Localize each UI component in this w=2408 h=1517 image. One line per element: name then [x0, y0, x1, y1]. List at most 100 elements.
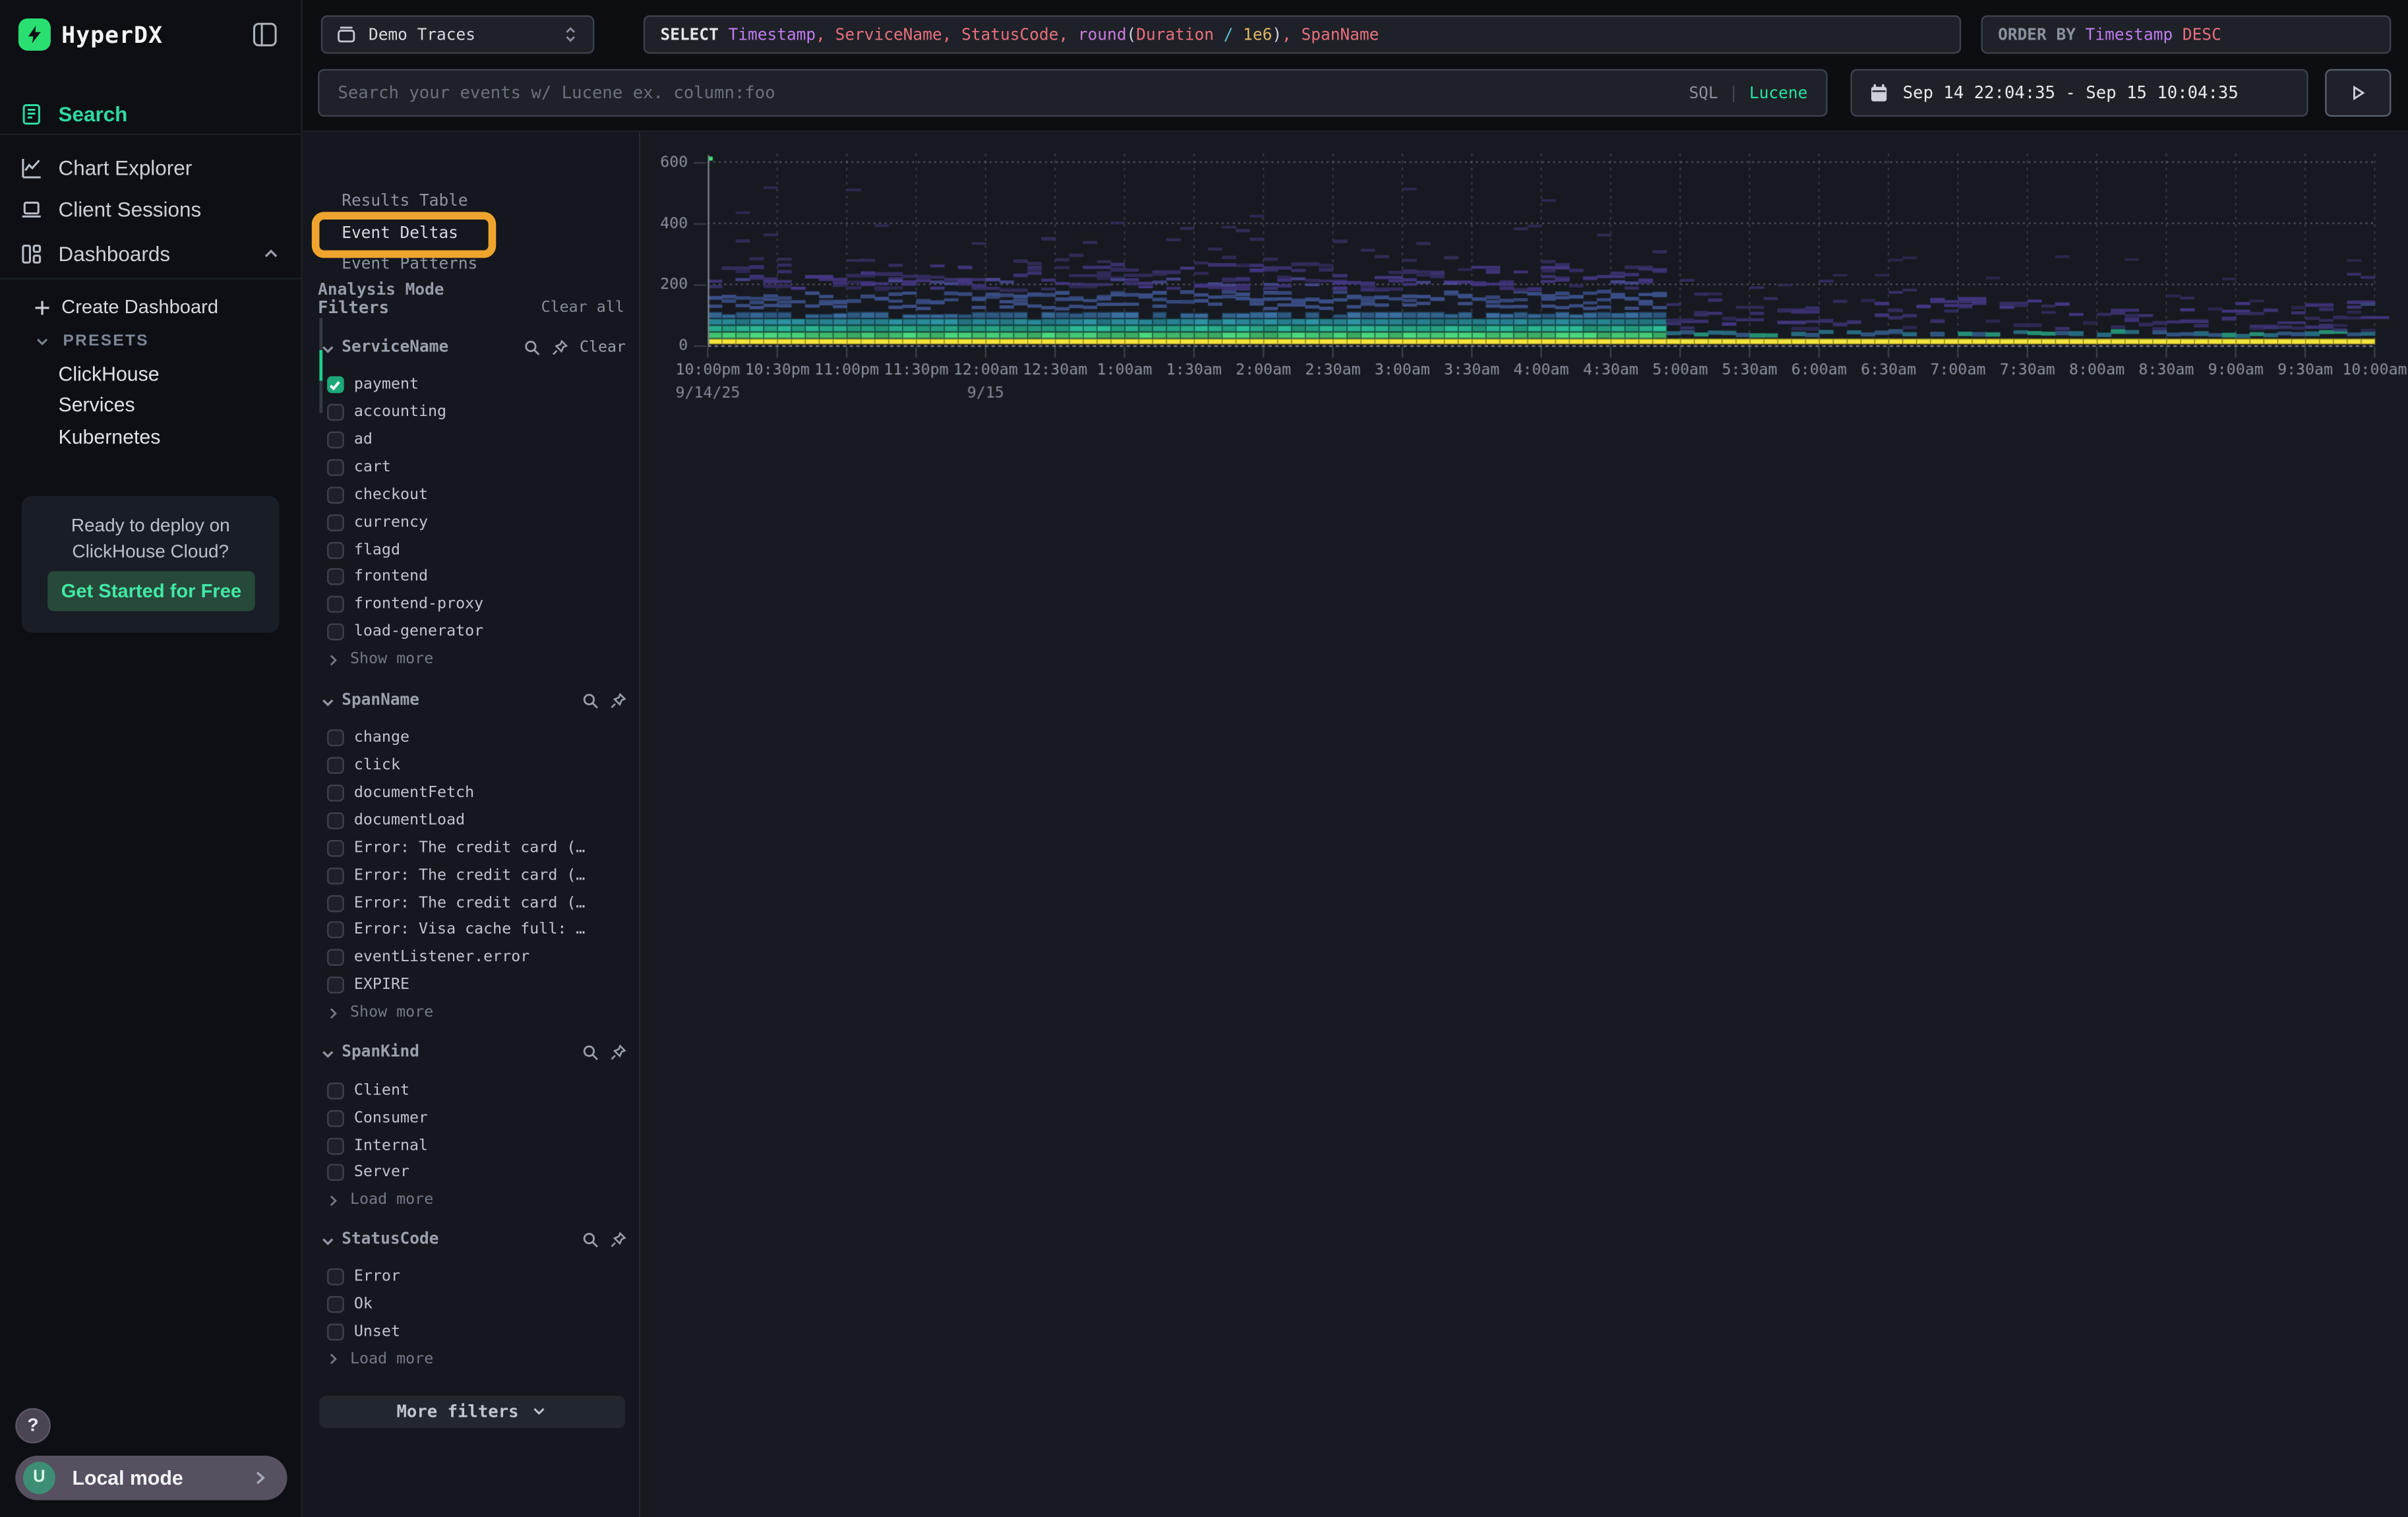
load-more-button[interactable]: Load more — [303, 1346, 640, 1373]
filter-checkbox[interactable] — [326, 949, 344, 967]
filter-option-row[interactable]: frontend-proxy — [303, 591, 640, 619]
filter-checkbox[interactable] — [326, 459, 344, 476]
filter-checkbox[interactable] — [326, 569, 344, 586]
chevron-down-icon[interactable] — [321, 696, 335, 709]
show-more-button[interactable]: Show more — [303, 646, 640, 673]
filter-group-title[interactable]: ServiceName — [342, 338, 448, 356]
filter-option-row[interactable]: documentFetch — [303, 779, 640, 807]
sidebar-item-clickhouse[interactable]: ClickHouse — [59, 363, 160, 386]
chevron-down-icon[interactable] — [321, 1234, 335, 1248]
filter-option-row[interactable]: Client — [303, 1077, 640, 1104]
show-more-button[interactable]: Show more — [303, 999, 640, 1026]
filter-option-row[interactable]: checkout — [303, 481, 640, 509]
filter-option-row[interactable]: frontend — [303, 564, 640, 591]
filter-option-row[interactable]: payment — [303, 371, 640, 399]
presets-toggle[interactable]: PRESETS — [0, 327, 303, 355]
sidebar-item-client-sessions[interactable]: Client Sessions — [0, 190, 303, 230]
more-filters-button[interactable]: More filters — [318, 1396, 624, 1427]
order-by-input[interactable]: ORDER BY Timestamp DESC — [1981, 15, 2392, 53]
filter-checkbox[interactable] — [326, 404, 344, 421]
search-icon[interactable] — [524, 339, 541, 356]
lang-toggle-lucene[interactable]: Lucene — [1749, 84, 1807, 102]
filter-checkbox[interactable] — [326, 867, 344, 884]
filter-option-row[interactable]: load-generator — [303, 618, 640, 646]
filter-option-row[interactable]: Ok — [303, 1291, 640, 1319]
create-dashboard-button[interactable]: Create Dashboard — [0, 292, 303, 323]
filter-checkbox[interactable] — [326, 597, 344, 614]
filter-checkbox[interactable] — [326, 1137, 344, 1154]
filter-option-row[interactable]: flagd — [303, 536, 640, 564]
get-started-button[interactable]: Get Started for Free — [47, 571, 255, 611]
filter-option-row[interactable]: eventListener.error — [303, 944, 640, 972]
pin-icon[interactable] — [609, 692, 626, 709]
filter-option-row[interactable]: EXPIRE — [303, 972, 640, 999]
analysis-mode-event-patterns[interactable]: Event Patterns — [342, 249, 495, 281]
filter-option-row[interactable]: Unset — [303, 1318, 640, 1346]
pin-icon[interactable] — [609, 1231, 626, 1248]
pin-icon[interactable] — [552, 339, 569, 356]
data-source-select[interactable]: Demo Traces — [321, 15, 595, 53]
search-icon[interactable] — [582, 692, 599, 709]
filter-checkbox[interactable] — [326, 977, 344, 994]
filter-option-row[interactable]: documentLoad — [303, 807, 640, 835]
filter-option-row[interactable]: change — [303, 725, 640, 752]
filter-option-row[interactable]: Error: The credit card (… — [303, 889, 640, 917]
filter-option-row[interactable]: accounting — [303, 399, 640, 427]
filter-checkbox[interactable] — [326, 487, 344, 504]
filter-checkbox[interactable] — [326, 541, 344, 558]
search-icon[interactable] — [582, 1044, 599, 1061]
lucene-search-input[interactable]: Search your events w/ Lucene ex. column:… — [318, 69, 1827, 117]
filter-checkbox[interactable] — [326, 376, 344, 394]
chevron-down-icon[interactable] — [321, 1048, 335, 1061]
filter-option-row[interactable]: cart — [303, 454, 640, 481]
filter-checkbox[interactable] — [326, 432, 344, 449]
local-mode-button[interactable]: U Local mode — [15, 1456, 287, 1501]
filter-checkbox[interactable] — [326, 1110, 344, 1127]
filter-option-row[interactable]: Internal — [303, 1132, 640, 1160]
filter-option-row[interactable]: Consumer — [303, 1104, 640, 1132]
filter-checkbox[interactable] — [326, 514, 344, 531]
sidebar-item-services[interactable]: Services — [59, 393, 135, 416]
search-icon[interactable] — [582, 1231, 599, 1248]
filter-option-row[interactable]: Error: The credit card (… — [303, 862, 640, 889]
chevron-up-icon[interactable] — [262, 245, 280, 262]
sidebar-item-search[interactable]: Search — [0, 94, 303, 134]
filter-group-title[interactable]: SpanName — [342, 691, 419, 709]
filter-option-row[interactable]: Server — [303, 1159, 640, 1187]
filter-checkbox[interactable] — [326, 895, 344, 912]
filter-checkbox[interactable] — [326, 812, 344, 829]
lang-toggle-sql[interactable]: SQL — [1689, 84, 1718, 102]
filter-option-row[interactable]: currency — [303, 509, 640, 537]
filter-checkbox[interactable] — [326, 840, 344, 857]
filter-checkbox[interactable] — [326, 922, 344, 939]
analysis-mode-results-table[interactable]: Results Table — [342, 186, 495, 218]
chevron-down-icon[interactable] — [321, 342, 335, 356]
sidebar-collapse-icon[interactable] — [252, 22, 278, 48]
filter-option-row[interactable]: click — [303, 752, 640, 780]
duration-heatmap-canvas[interactable] — [640, 132, 2408, 531]
clear-group-button[interactable]: Clear — [580, 339, 626, 356]
load-more-button[interactable]: Load more — [303, 1187, 640, 1214]
filter-checkbox[interactable] — [326, 1323, 344, 1340]
run-query-button[interactable] — [2325, 69, 2391, 117]
filter-option-row[interactable]: ad — [303, 427, 640, 454]
filter-checkbox[interactable] — [326, 758, 344, 775]
clear-all-filters-button[interactable]: Clear all — [541, 299, 624, 316]
sidebar-item-kubernetes[interactable]: Kubernetes — [59, 425, 161, 448]
filter-checkbox[interactable] — [326, 1268, 344, 1286]
filter-group-title[interactable]: StatusCode — [342, 1230, 438, 1248]
filter-checkbox[interactable] — [326, 1296, 344, 1313]
pin-icon[interactable] — [609, 1044, 626, 1061]
filter-checkbox[interactable] — [326, 730, 344, 747]
sidebar-item-dashboards[interactable]: Dashboards — [0, 234, 303, 274]
filter-checkbox[interactable] — [326, 1082, 344, 1099]
filter-checkbox[interactable] — [326, 785, 344, 802]
sidebar-item-chart-explorer[interactable]: Chart Explorer — [0, 148, 303, 188]
time-range-picker[interactable]: Sep 14 22:04:35 - Sep 15 10:04:35 — [1851, 69, 2308, 117]
sql-select-input[interactable]: SELECT Timestamp, ServiceName, StatusCod… — [644, 15, 1961, 53]
filter-checkbox[interactable] — [326, 1164, 344, 1181]
filter-option-row[interactable]: Error — [303, 1263, 640, 1291]
filter-option-row[interactable]: Error: The credit card (… — [303, 835, 640, 862]
filter-option-row[interactable]: Error: Visa cache full: … — [303, 917, 640, 945]
filter-checkbox[interactable] — [326, 624, 344, 641]
